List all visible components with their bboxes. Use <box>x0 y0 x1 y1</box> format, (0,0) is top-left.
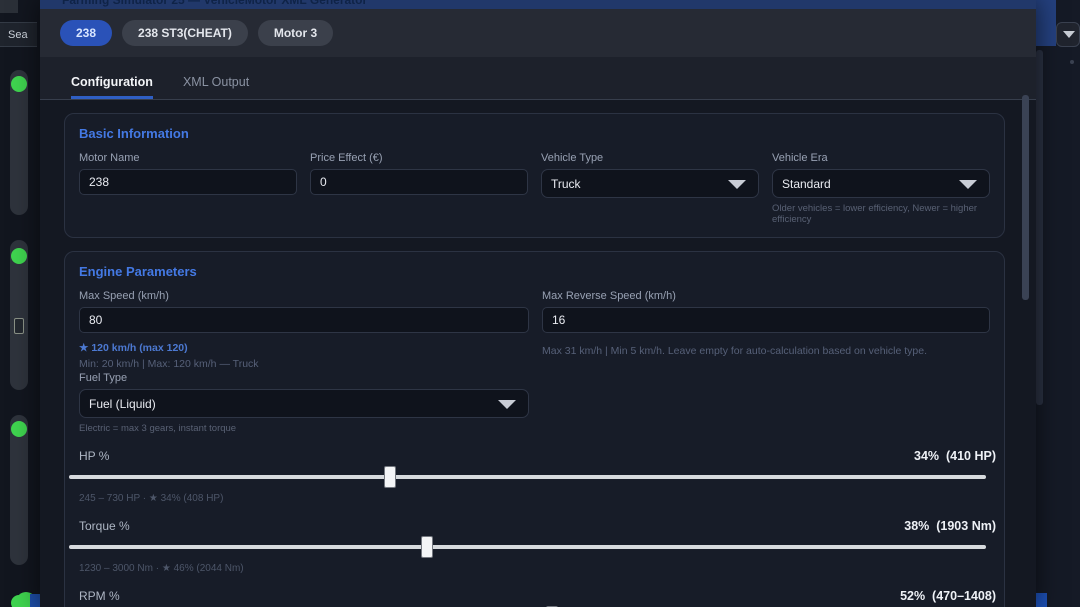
background-blue-shape <box>1036 593 1047 607</box>
tab-configuration[interactable]: Configuration <box>71 75 153 99</box>
status-dot-green-icon <box>11 421 27 437</box>
section-title-basic-information: Basic Information <box>79 126 990 141</box>
max-speed-group: Max Speed (km/h) ★ 120 km/h (max 120) Mi… <box>79 290 529 434</box>
background-mini-icon <box>14 318 24 334</box>
motor-tab-238[interactable]: 238 <box>60 20 112 46</box>
torque-slider-value: 38% (1903 Nm) <box>904 519 996 533</box>
vehicle-type-value: Truck <box>551 177 581 191</box>
motor-tab-238-st3-cheat[interactable]: 238 ST3(CHEAT) <box>122 20 248 46</box>
max-speed-star-hint: ★ 120 km/h (max 120) <box>79 342 529 354</box>
background-corner-element <box>0 0 18 13</box>
vehicle-era-hint: Older vehicles = lower efficiency, Newer… <box>772 203 990 225</box>
torque-slider-track <box>69 545 986 549</box>
background-page-right <box>1036 0 1080 607</box>
background-list-item <box>10 415 28 565</box>
vehicle-type-group: Vehicle Type Truck <box>541 152 759 225</box>
fuel-type-label: Fuel Type <box>79 372 529 384</box>
hp-slider[interactable] <box>69 466 986 488</box>
torque-slider-handle[interactable] <box>421 536 433 558</box>
vehicle-era-value: Standard <box>782 177 831 191</box>
status-dot-green-icon <box>11 248 27 264</box>
fuel-type-value: Fuel (Liquid) <box>89 397 156 411</box>
tab-xml-output[interactable]: XML Output <box>183 75 249 99</box>
vehicle-era-group: Vehicle Era Standard Older vehicles = lo… <box>772 152 990 225</box>
page-scrollbar-thumb[interactable] <box>1036 50 1043 405</box>
max-speed-range-hint: Min: 20 km/h | Max: 120 km/h — Truck <box>79 358 529 370</box>
motor-name-group: Motor Name <box>79 152 297 225</box>
dialog-scrollbar-thumb[interactable] <box>1022 95 1029 300</box>
price-effect-label: Price Effect (€) <box>310 152 528 164</box>
motor-tab-motor-3[interactable]: Motor 3 <box>258 20 333 46</box>
fuel-type-select[interactable]: Fuel (Liquid) <box>79 389 529 418</box>
background-search-input[interactable]: Sea <box>0 22 37 47</box>
torque-slider-label: Torque % <box>79 519 130 533</box>
max-reverse-group: Max Reverse Speed (km/h) Max 31 km/h | M… <box>542 290 990 434</box>
chevron-down-icon <box>498 400 516 409</box>
vehicle-era-label: Vehicle Era <box>772 152 990 164</box>
status-dot-green-icon <box>11 76 27 92</box>
chevron-down-icon <box>728 180 746 189</box>
rpm-slider-value: 52% (470–1408) <box>900 589 996 603</box>
torque-slider-hint: 1230 – 3000 Nm · ★ 46% (2044 Nm) <box>79 563 990 574</box>
rpm-slider-label: RPM % <box>79 589 120 603</box>
torque-slider-block: Torque % 38% (1903 Nm) 1230 – 3000 Nm · … <box>79 519 990 574</box>
price-effect-group: Price Effect (€) <box>310 152 528 225</box>
vehicle-type-select[interactable]: Truck <box>541 169 759 198</box>
section-title-engine-parameters: Engine Parameters <box>79 264 990 279</box>
configuration-panel: Basic Information Motor Name Price Effec… <box>40 100 1036 607</box>
background-page-left: Sea <box>0 0 40 607</box>
hp-slider-label: HP % <box>79 449 109 463</box>
motor-tabs-row: 238 238 ST3(CHEAT) Motor 3 <box>40 9 1036 57</box>
background-dot <box>1070 60 1074 64</box>
chevron-down-icon <box>959 180 977 189</box>
hp-slider-block: HP % 34% (410 HP) 245 – 730 HP · ★ 34% (… <box>79 449 990 504</box>
background-dropdown-button[interactable] <box>1056 22 1080 47</box>
view-tabs-row: Configuration XML Output <box>40 57 1036 100</box>
max-reverse-hint: Max 31 km/h | Min 5 km/h. Leave empty fo… <box>542 345 990 357</box>
screen: Sea Farming Simulator 25 — VehicleMotor … <box>0 0 1080 607</box>
hp-slider-hint: 245 – 730 HP · ★ 34% (408 HP) <box>79 493 990 504</box>
hp-slider-track <box>69 475 986 479</box>
vehicle-era-select[interactable]: Standard <box>772 169 990 198</box>
max-reverse-field[interactable] <box>542 307 990 333</box>
basic-information-card: Basic Information Motor Name Price Effec… <box>64 113 1005 238</box>
hp-slider-value: 34% (410 HP) <box>914 449 996 463</box>
rpm-slider-block: RPM % 52% (470–1408) 550 – 2200 RPM · ★ … <box>79 589 990 607</box>
hp-slider-handle[interactable] <box>384 466 396 488</box>
dialog-title: Farming Simulator 25 — VehicleMotor XML … <box>62 0 367 7</box>
chevron-down-icon <box>1063 31 1075 38</box>
torque-slider[interactable] <box>69 536 986 558</box>
background-header-fragment <box>1036 0 1056 46</box>
vehicle-type-label: Vehicle Type <box>541 152 759 164</box>
max-reverse-label: Max Reverse Speed (km/h) <box>542 290 990 302</box>
fuel-type-hint: Electric = max 3 gears, instant torque <box>79 423 529 434</box>
motor-name-label: Motor Name <box>79 152 297 164</box>
price-effect-field[interactable] <box>310 169 528 195</box>
motor-name-field[interactable] <box>79 169 297 195</box>
max-speed-field[interactable] <box>79 307 529 333</box>
xml-generator-dialog: Farming Simulator 25 — VehicleMotor XML … <box>40 0 1036 607</box>
engine-parameters-card: Engine Parameters Max Speed (km/h) ★ 120… <box>64 251 1005 607</box>
max-speed-label: Max Speed (km/h) <box>79 290 529 302</box>
dialog-titlebar: Farming Simulator 25 — VehicleMotor XML … <box>40 0 1036 9</box>
